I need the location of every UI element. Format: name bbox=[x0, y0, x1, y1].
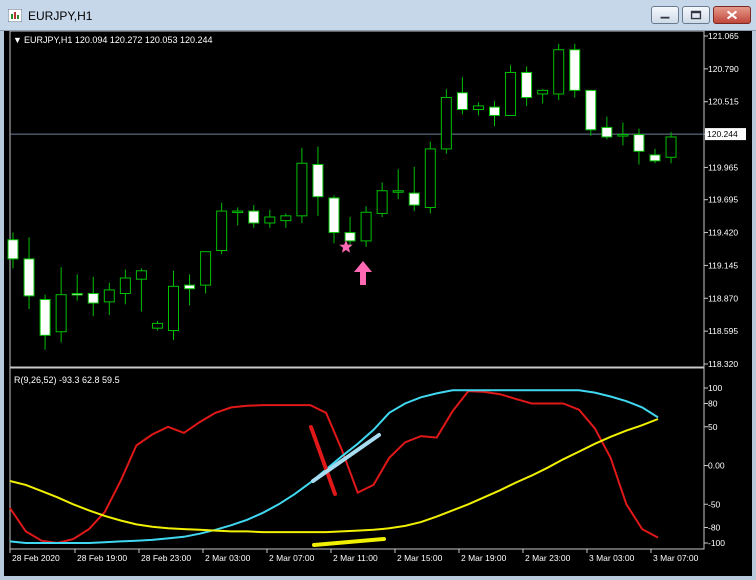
time-tick-label: 2 Mar 03:00 bbox=[205, 553, 251, 563]
candle-bear bbox=[649, 154, 661, 162]
time-tick-label: 28 Feb 19:00 bbox=[77, 553, 127, 563]
candle-bear bbox=[328, 197, 340, 234]
candle-bull bbox=[216, 210, 228, 251]
candle-bull bbox=[537, 89, 549, 95]
indicator-series-line bbox=[9, 418, 659, 534]
price-axis-ticks: 121.065 120.790 120.515 120.244 119.965 119.6… bbox=[704, 31, 739, 369]
window-title: EURJPY,H1 bbox=[28, 9, 93, 23]
price-tick-label: 119.965 bbox=[708, 162, 738, 172]
minimize-button[interactable] bbox=[651, 6, 679, 24]
indicator-tick-label: 100 bbox=[708, 383, 722, 393]
candle-bear bbox=[184, 284, 196, 290]
window-titlebar[interactable]: EURJPY,H1 bbox=[0, 0, 756, 31]
candles bbox=[7, 43, 677, 350]
candle-bear bbox=[7, 239, 19, 260]
price-tick-label: 120.515 bbox=[708, 97, 739, 107]
price-tick-label: 119.695 bbox=[708, 195, 738, 205]
candle-bull bbox=[103, 289, 115, 303]
candle-bull bbox=[55, 294, 67, 333]
indicator-tick-label: -50 bbox=[708, 499, 721, 509]
candle-bull bbox=[200, 251, 212, 286]
candle-bull bbox=[360, 211, 372, 242]
indicator-header: R(9,26,52) -93.3 62.8 59.5 bbox=[14, 375, 120, 385]
candle-bull bbox=[264, 216, 276, 224]
red-slash-annotation bbox=[309, 425, 337, 496]
price-tick-label: 119.145 bbox=[708, 260, 738, 270]
candle-bear bbox=[489, 106, 500, 116]
candle-bull bbox=[553, 49, 565, 95]
annotations bbox=[339, 240, 372, 285]
candle-bear bbox=[601, 126, 613, 138]
collapse-glyph[interactable]: ▼ bbox=[13, 35, 22, 45]
time-tick-label: 3 Mar 03:00 bbox=[589, 553, 635, 563]
price-tick-label: 118.320 bbox=[708, 359, 738, 369]
candle-bear bbox=[23, 258, 35, 297]
time-tick-label: 2 Mar 11:00 bbox=[333, 553, 378, 563]
candle-bull bbox=[505, 71, 517, 116]
chart-area[interactable]: ▼ EURJPY,H1 120.094 120.272 120.053 120.… bbox=[0, 31, 756, 580]
candle-bull bbox=[617, 134, 629, 137]
time-axis-ticks: 28 Feb 2020 28 Feb 19:00 28 Feb 23:00 2 Mar… bbox=[9, 549, 699, 563]
candle-bull bbox=[472, 105, 484, 110]
candle-bull bbox=[119, 277, 131, 295]
candle-bear bbox=[456, 92, 468, 110]
price-tick-label: 120.790 bbox=[708, 64, 739, 74]
chart-app-icon bbox=[8, 9, 22, 22]
time-tick-label: 3 Mar 07:00 bbox=[653, 553, 699, 563]
time-tick-label: 2 Mar 23:00 bbox=[525, 553, 571, 563]
indicator-axis-ticks: 100 80 50 0.00 -50 -80 -100 bbox=[704, 383, 725, 548]
candle-bear bbox=[633, 134, 645, 152]
time-tick-label: 2 Mar 07:00 bbox=[269, 553, 315, 563]
candle-bear bbox=[39, 298, 51, 336]
candle-bear bbox=[71, 293, 83, 296]
candle-bull bbox=[280, 215, 292, 222]
maximize-icon bbox=[690, 10, 702, 20]
current-price-label: 120.244 bbox=[707, 129, 738, 139]
indicator-pane-border bbox=[9, 367, 705, 550]
time-tick-label: 28 Feb 2020 bbox=[12, 553, 60, 563]
candle-bear bbox=[87, 293, 99, 304]
candle-bear bbox=[569, 49, 581, 91]
price-tick-label: 118.870 bbox=[708, 293, 738, 303]
close-button[interactable] bbox=[713, 6, 751, 24]
candle-bull bbox=[151, 322, 163, 329]
price-tick-label: 118.595 bbox=[708, 326, 738, 336]
indicator-tick-label: -80 bbox=[708, 523, 721, 533]
close-icon bbox=[726, 10, 738, 20]
candle-bear bbox=[312, 163, 324, 198]
candle-bear bbox=[344, 232, 356, 242]
maximize-button[interactable] bbox=[682, 6, 710, 24]
candle-bear bbox=[585, 89, 597, 131]
candle-bull bbox=[392, 190, 404, 193]
candle-bull bbox=[665, 136, 677, 158]
candle-bull bbox=[135, 270, 147, 280]
candle-bull bbox=[376, 190, 388, 214]
indicator-tick-label: 0.00 bbox=[708, 461, 725, 471]
pink-star-annotation bbox=[339, 240, 353, 253]
yellow-underline-annotation bbox=[312, 537, 386, 547]
candle-bull bbox=[424, 148, 436, 208]
candle-bear bbox=[408, 192, 420, 206]
candle-bear bbox=[248, 210, 260, 224]
time-tick-label: 2 Mar 15:00 bbox=[397, 553, 443, 563]
pink-arrow-annotation bbox=[354, 261, 372, 285]
minimize-icon bbox=[660, 16, 670, 19]
candle-bull bbox=[296, 162, 308, 217]
price-pane: ▼ EURJPY,H1 120.094 120.272 120.053 120.… bbox=[7, 31, 746, 550]
indicator-pane: R(9,26,52) -93.3 62.8 59.5 100 80 50 0.00 -5… bbox=[9, 375, 725, 548]
price-pane-border bbox=[9, 31, 705, 368]
candle-bear bbox=[521, 71, 533, 99]
candle-bull bbox=[168, 285, 179, 332]
indicator-tick-label: 50 bbox=[708, 422, 718, 432]
indicator-tick-label: 80 bbox=[708, 399, 718, 409]
price-tick-label: 119.420 bbox=[708, 228, 738, 238]
price-pane-header: EURJPY,H1 120.094 120.272 120.053 120.24… bbox=[24, 35, 213, 45]
candle-bull bbox=[440, 97, 452, 150]
candle-bull bbox=[232, 210, 244, 214]
indicator-tick-label: -100 bbox=[708, 538, 725, 548]
time-tick-label: 28 Feb 23:00 bbox=[141, 553, 191, 563]
time-tick-label: 2 Mar 19:00 bbox=[461, 553, 507, 563]
price-tick-label: 121.065 bbox=[708, 31, 739, 41]
